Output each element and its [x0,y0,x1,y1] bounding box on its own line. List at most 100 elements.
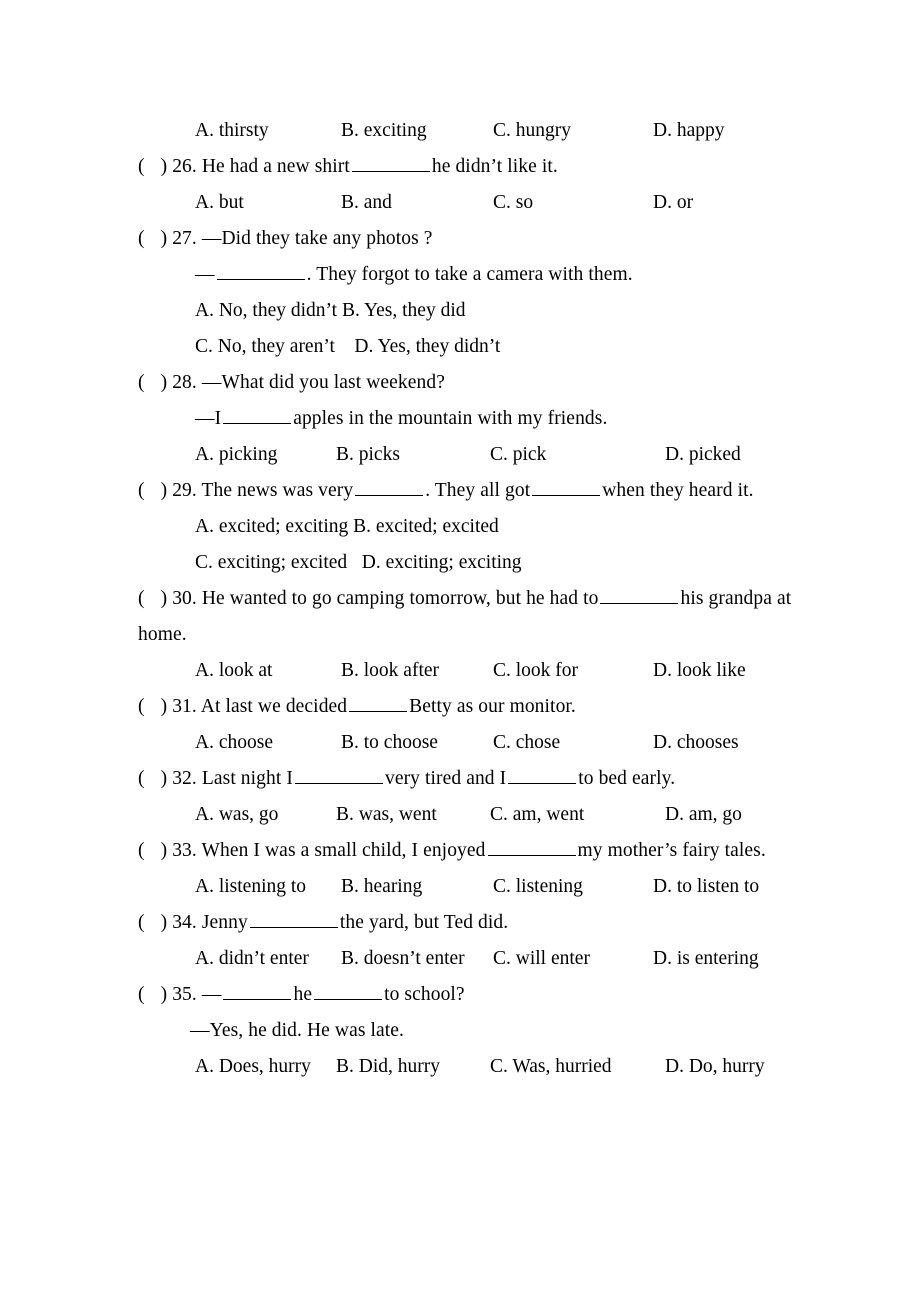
stem-text-before: The news was very [201,480,354,501]
answer-blank-2[interactable] [532,480,601,496]
option-c[interactable]: C. pick [490,437,546,473]
option-c[interactable]: C. look for [493,653,578,689]
reply-text-before: —I [195,408,222,429]
option-a[interactable]: A. look at [195,653,272,689]
option-c[interactable]: C. chose [493,725,560,761]
stem-text-middle: very tired and I [384,768,507,789]
answer-blank[interactable] [600,588,679,604]
paren-open: ( [138,372,145,393]
option-d[interactable]: D. Do, hurry [665,1049,765,1085]
worksheet-body: A. thirsty B. exciting C. hungry D. happ… [138,113,798,1085]
question-29-stem: () 29. The news was very . They all got whe… [138,473,798,509]
option-a[interactable]: A. was, go [195,797,278,833]
question-35-reply: —Yes, he did. He was late. [190,1020,405,1041]
stem-text-before: He wanted to go camping tomorrow, but he… [201,588,599,609]
option-b[interactable]: B. hearing [341,869,422,905]
answer-blank[interactable] [223,408,292,424]
option-a[interactable]: A. Does, hurry [195,1049,311,1085]
answer-box-27[interactable]: () [138,221,167,257]
reply-text: . They forgot to take a camera with them… [306,264,633,285]
option-a[interactable]: A. but [195,185,244,221]
answer-blank-2[interactable] [508,768,577,784]
question-27-reply: — . They forgot to take a camera with the… [138,257,798,293]
option-d[interactable]: D. am, go [665,797,742,833]
option-d[interactable]: D. or [653,185,693,221]
option-b[interactable]: B. picks [336,437,400,473]
stem-text-middle: he [293,984,313,1005]
question-number: 28. [172,372,197,393]
option-b[interactable]: B. and [341,185,392,221]
answer-blank[interactable] [216,264,305,280]
stem-text-after: when they heard it. [602,480,754,501]
question-number: 29. [172,480,197,501]
option-a[interactable]: A. choose [195,725,273,761]
option-d[interactable]: D. look like [653,653,746,689]
paren-open: ( [138,696,145,717]
option-c[interactable]: C. am, went [490,797,584,833]
paren-open: ( [138,984,145,1005]
question-28-options: A. picking B. picks C. pick D. picked [138,437,798,473]
reply-text-after: apples in the mountain with my friends. [293,408,608,429]
paren-close: ) [160,768,168,789]
option-a[interactable]: A. listening to [195,869,306,905]
option-b[interactable]: B. Did, hurry [336,1049,440,1085]
question-33-options: A. listening to B. hearing C. listening … [138,869,798,905]
dialogue-dash: — [195,264,215,285]
question-27-options-line-1[interactable]: A. No, they didn’t B. Yes, they did [138,293,798,329]
question-30-stem: () 30. He wanted to go camping tomorrow, … [138,581,798,653]
option-a[interactable]: A. didn’t enter [195,941,309,977]
question-27-options-line-2[interactable]: C. No, they aren’t D. Yes, they didn’t [138,329,798,365]
paren-open: ( [138,768,145,789]
option-d[interactable]: D. chooses [653,725,739,761]
answer-box-28[interactable]: () [138,365,167,401]
answer-blank[interactable] [351,156,430,172]
stem-text-after: my mother’s fairy tales. [577,840,766,861]
answer-box-29[interactable]: () [138,473,167,509]
option-a: A. thirsty [195,120,269,141]
stem-text: —What did you last weekend? [201,372,445,393]
paren-close: ) [160,696,168,717]
option-d[interactable]: D. picked [665,437,741,473]
answer-blank[interactable] [349,696,408,712]
paren-open: ( [138,156,145,177]
option-c[interactable]: C. listening [493,869,583,905]
option-d[interactable]: D. is entering [653,941,759,977]
answer-box-35[interactable]: () [138,977,167,1013]
answer-blank-1[interactable] [223,984,292,1000]
option-b[interactable]: B. look after [341,653,439,689]
stem-text: —Did they take any photos ? [201,228,433,249]
question-31-options: A. choose B. to choose C. chose D. choos… [138,725,798,761]
answer-blank-1[interactable] [355,480,424,496]
option-b[interactable]: B. to choose [341,725,438,761]
option-d[interactable]: D. to listen to [653,869,759,905]
option-b: B. exciting [341,120,427,141]
question-number: 34. [172,912,197,933]
option-a[interactable]: A. picking [195,437,277,473]
answer-box-32[interactable]: () [138,761,167,797]
answer-box-30[interactable]: () [138,581,167,617]
stem-text-after: to bed early. [578,768,676,789]
question-26-stem: () 26. He had a new shirt he didn’t like i… [138,149,798,185]
stem-text-before: At last we decided [200,696,348,717]
answer-blank[interactable] [249,912,338,928]
option-c[interactable]: C. will enter [493,941,590,977]
option-c[interactable]: C. Was, hurried [490,1049,612,1085]
stem-text-before: He had a new shirt [201,156,350,177]
paren-close: ) [160,372,168,393]
option-c[interactable]: C. so [493,185,533,221]
question-35-stem: () 35. — he to school? [138,977,798,1013]
answer-blank[interactable] [487,840,576,856]
stem-text-after: he didn’t like it. [431,156,558,177]
answer-box-33[interactable]: () [138,833,167,869]
stem-text-before: Jenny [201,912,248,933]
answer-box-34[interactable]: () [138,905,167,941]
answer-box-31[interactable]: () [138,689,167,725]
answer-box-26[interactable]: () [138,149,167,185]
option-b[interactable]: B. doesn’t enter [341,941,465,977]
question-29-options-line-2[interactable]: C. exciting; excited D. exciting; exciti… [138,545,798,581]
answer-blank-1[interactable] [294,768,383,784]
question-number: 35. [172,984,197,1005]
answer-blank-2[interactable] [314,984,383,1000]
option-b[interactable]: B. was, went [336,797,437,833]
question-29-options-line-1[interactable]: A. excited; exciting B. excited; excited [138,509,798,545]
